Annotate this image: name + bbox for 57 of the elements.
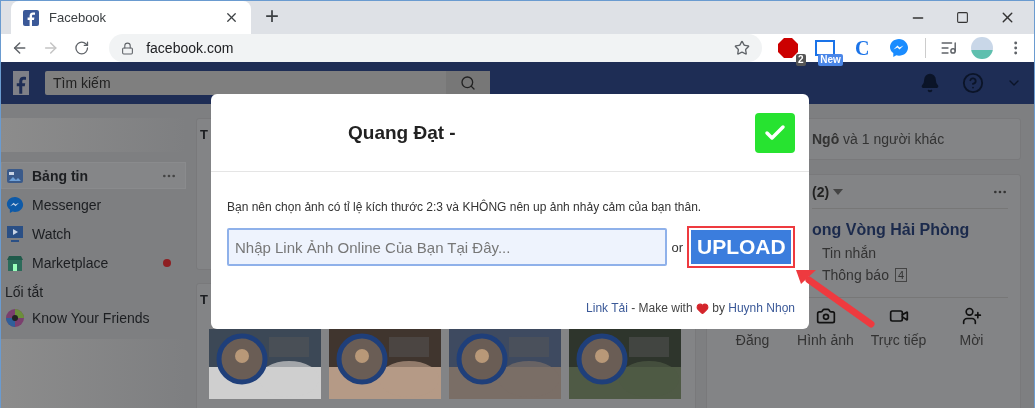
media-queue-icon[interactable] <box>940 39 958 57</box>
notification-count: 4 <box>894 268 908 282</box>
search-placeholder: Tìm kiếm <box>53 75 111 91</box>
camera-icon <box>815 306 836 326</box>
maximize-icon[interactable] <box>956 11 969 24</box>
action-label[interactable]: Mời <box>959 332 984 348</box>
add-person-icon <box>961 306 982 326</box>
new-tab-button[interactable]: + <box>265 4 279 28</box>
link-input[interactable]: Nhập Link Ảnh Online Của Bạn Tại Đây... <box>227 228 668 266</box>
download-link[interactable]: Link Tải <box>586 301 628 315</box>
shop-icon <box>6 253 24 272</box>
hint-text: Bạn nên chọn ảnh có tỉ lệ kích thước 2:3 và KHÔNG nên up ảnh nhảy cảm của bạn thân. <box>227 200 703 214</box>
card-title: T <box>199 126 209 144</box>
upload-button[interactable]: UPLOAD <box>691 230 791 264</box>
url-text: facebook.com <box>146 40 235 56</box>
action-label[interactable]: Trực tiếp <box>870 332 927 348</box>
reload-icon[interactable] <box>73 40 90 56</box>
heart-icon <box>695 301 709 315</box>
or-text: or <box>671 239 683 255</box>
lock-icon <box>121 41 135 55</box>
action-label[interactable]: Đăng <box>735 332 770 348</box>
tab-title: Facebook <box>49 10 108 25</box>
search-button[interactable] <box>446 71 490 95</box>
extension-letter[interactable]: C <box>855 36 870 60</box>
browser-tab[interactable]: Facebook <box>11 1 251 34</box>
sidebar-item[interactable]: Marketplace <box>1 249 186 276</box>
chat-bubble-icon <box>6 195 24 214</box>
facebook-logo-icon[interactable] <box>13 71 29 95</box>
card-title: T <box>199 291 209 309</box>
sidebar-item[interactable]: Messenger <box>1 191 186 218</box>
page-name[interactable]: ong Vòng Hải Phòng <box>812 209 1020 239</box>
notifications-link[interactable]: Thông báo <box>822 267 889 283</box>
shortcut-item[interactable]: Know Your Friends <box>1 304 186 331</box>
sidebar-item[interactable]: Watch <box>1 220 186 247</box>
page-count: (2) <box>812 183 830 200</box>
author-link[interactable]: Huynh Nhọn <box>728 301 795 315</box>
section-heading: Lối tắt <box>4 283 45 302</box>
address-bar[interactable]: facebook.com <box>109 34 763 62</box>
search-field[interactable]: Tìm kiếm <box>45 71 490 95</box>
stop-sign-icon[interactable] <box>778 38 798 58</box>
extension-badge: 2 <box>796 54 806 66</box>
search-icon <box>460 75 476 91</box>
new-badge: New <box>818 54 843 66</box>
reactions-text: Ngô và 1 người khác <box>812 130 946 149</box>
chat-bubble-icon[interactable] <box>889 38 910 58</box>
action-label[interactable]: Hình ảnh <box>797 332 854 348</box>
credit-text: Link Tải - Make with by Huynh Nhọn <box>586 301 795 315</box>
close-icon[interactable] <box>224 10 239 25</box>
monitor-play-icon <box>6 224 24 243</box>
messages-link[interactable]: Tin nhắn <box>822 245 876 261</box>
dialog-title: Quang Đạt - <box>348 121 456 144</box>
sidebar-item[interactable]: Bảng tin <box>1 162 186 189</box>
caret-icon[interactable] <box>833 188 844 195</box>
newspaper-icon <box>6 166 24 185</box>
game-icon <box>6 308 24 327</box>
facebook-logo-icon <box>23 9 39 26</box>
bookmark-star-icon[interactable] <box>734 40 751 56</box>
